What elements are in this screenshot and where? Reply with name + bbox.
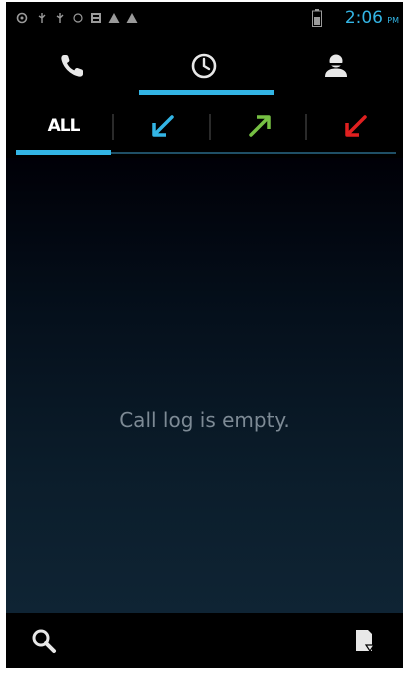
usb-icon	[56, 13, 64, 23]
call-filter-bar: ALL	[6, 98, 403, 158]
tab-phone[interactable]	[6, 36, 138, 98]
search-icon	[32, 629, 56, 653]
bottom-action-bar	[6, 613, 403, 668]
image-icon	[91, 13, 101, 23]
phone-screen: 2:06 PM ALL Call log is empty.	[6, 2, 403, 668]
filter-all-label: ALL	[47, 116, 81, 136]
outgoing-arrow-icon	[248, 115, 271, 137]
filter-outgoing-tab[interactable]	[210, 98, 309, 154]
call-log-list: Call log is empty.	[6, 158, 403, 613]
phone-icon	[61, 55, 83, 77]
menu-button[interactable]	[334, 613, 394, 668]
missed-arrow-icon	[344, 115, 367, 137]
search-button[interactable]	[14, 613, 74, 668]
tab-call-log[interactable]	[138, 36, 270, 98]
empty-state-message: Call log is empty.	[119, 408, 290, 432]
usb-icon	[38, 13, 46, 23]
filter-incoming-tab[interactable]	[113, 98, 212, 154]
filter-missed-tab[interactable]	[306, 98, 403, 154]
clock-icon	[191, 53, 217, 79]
menu-icon	[356, 630, 376, 653]
warning-icon	[126, 13, 138, 23]
settings-icon	[16, 12, 28, 24]
main-tab-selected-indicator	[139, 90, 274, 95]
signal-icon	[73, 13, 83, 23]
warning-icon	[108, 13, 120, 23]
filter-all-tab[interactable]: ALL	[14, 98, 113, 154]
status-bar: 2:06 PM	[6, 2, 403, 36]
battery-icon	[312, 9, 322, 27]
main-tab-bar	[6, 36, 403, 98]
tab-contacts[interactable]	[270, 36, 402, 98]
status-ampm: PM	[387, 16, 399, 25]
filter-selected-indicator	[16, 150, 111, 155]
contacts-icon	[325, 54, 347, 77]
incoming-arrow-icon	[151, 115, 174, 137]
status-time: 2:06	[344, 8, 383, 28]
